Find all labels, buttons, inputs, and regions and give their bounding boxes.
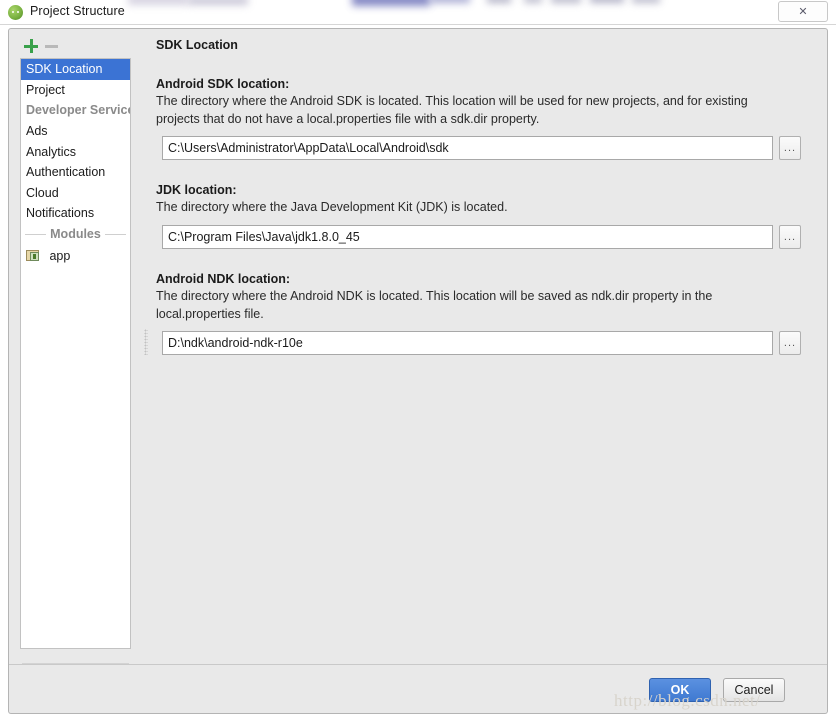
android-head-icon <box>8 5 23 20</box>
sidebar-list: SDK Location Project Developer Services … <box>20 58 131 649</box>
ellipsis-icon: ... <box>783 230 797 243</box>
sidebar-item-app-module[interactable]: app <box>21 245 130 267</box>
redaction-smudge <box>590 0 624 3</box>
sidebar-item-label: Authentication <box>26 165 106 179</box>
jdk-browse-button[interactable]: ... <box>779 224 801 249</box>
redaction-smudge <box>524 0 542 3</box>
field-row: ... <box>156 136 801 160</box>
section-description: The directory where the Android NDK is l… <box>156 289 713 321</box>
field-row: ... <box>156 224 801 249</box>
cancel-button-label: Cancel <box>734 683 774 697</box>
section-android-ndk-location: Android NDK location: The directory wher… <box>156 272 801 355</box>
android-ndk-browse-button[interactable]: ... <box>779 331 801 355</box>
redaction-smudge <box>128 0 188 5</box>
sidebar-item-authentication[interactable]: Authentication <box>21 162 130 183</box>
redaction-smudge <box>487 0 511 3</box>
cancel-button[interactable]: Cancel <box>723 678 785 702</box>
project-structure-dialog: Project Structure ✕ SDK Location Project… <box>0 0 836 722</box>
android-sdk-location-input[interactable] <box>162 136 773 160</box>
sidebar-group-label: Developer Services <box>26 103 130 117</box>
ok-button[interactable]: OK <box>649 678 711 702</box>
ok-button-label: OK <box>670 683 690 697</box>
field-row: ... <box>156 331 801 355</box>
section-label: Android SDK location: <box>156 77 290 91</box>
sidebar-item-label: SDK Location <box>26 62 103 76</box>
sidebar-item-sdk-location[interactable]: SDK Location <box>21 59 130 80</box>
sidebar-group-developer-services: Developer Services <box>21 100 130 121</box>
remove-icon <box>45 45 58 48</box>
sidebar-separator-modules: Modules <box>21 224 130 245</box>
android-sdk-browse-button[interactable]: ... <box>779 136 801 160</box>
jdk-location-input[interactable] <box>162 224 773 249</box>
ellipsis-icon: ... <box>783 142 797 154</box>
section-description: The directory where the Android SDK is l… <box>156 94 748 126</box>
sidebar-toolbar <box>19 37 129 57</box>
section-jdk-location: JDK location: The directory where the Ja… <box>156 183 801 249</box>
section-label: Android NDK location: <box>156 272 291 286</box>
splitter-grip-icon <box>144 329 148 355</box>
sidebar-item-analytics[interactable]: Analytics <box>21 142 130 163</box>
ellipsis-icon: ... <box>783 337 797 349</box>
section-android-sdk-location: Android SDK location: The directory wher… <box>156 77 801 160</box>
close-icon: ✕ <box>798 5 808 18</box>
sidebar-item-notifications[interactable]: Notifications <box>21 203 130 224</box>
content-pane: SDK Location Android SDK location: The d… <box>152 29 827 685</box>
module-icon <box>26 249 41 262</box>
pane-splitter[interactable] <box>140 29 152 685</box>
redaction-smudge <box>551 0 581 3</box>
close-button[interactable]: ✕ <box>778 1 828 22</box>
redaction-smudge <box>430 0 470 3</box>
sidebar-item-project[interactable]: Project <box>21 80 130 101</box>
page-title: SDK Location <box>156 38 238 52</box>
sidebar-item-label: Ads <box>26 124 48 138</box>
sidebar-item-label: Analytics <box>26 144 77 159</box>
android-ndk-location-input[interactable] <box>162 331 773 355</box>
sidebar-item-label: Notifications <box>26 206 95 220</box>
section-label: JDK location: <box>156 183 237 197</box>
dialog-body: SDK Location Project Developer Services … <box>8 28 828 686</box>
sidebar-item-label: Project <box>26 82 65 97</box>
redaction-smudge <box>188 0 248 5</box>
sidebar-separator-label: Modules <box>46 226 105 241</box>
footer-divider <box>9 664 827 665</box>
redaction-smudge <box>632 0 660 3</box>
title-bar: Project Structure ✕ <box>0 0 836 25</box>
add-icon[interactable] <box>23 38 39 54</box>
sidebar-item-ads[interactable]: Ads <box>21 121 130 142</box>
sidebar-item-cloud[interactable]: Cloud <box>21 183 130 204</box>
section-description: The directory where the Java Development… <box>156 200 508 214</box>
separator-rule-left <box>25 233 47 235</box>
sidebar-item-label: app <box>49 248 71 263</box>
dialog-footer: OK Cancel <box>8 664 828 714</box>
separator-rule-right <box>104 233 126 235</box>
window-title: Project Structure <box>30 4 125 18</box>
redaction-smudge <box>352 0 430 6</box>
sidebar-item-label: Cloud <box>26 185 59 200</box>
sidebar: SDK Location Project Developer Services … <box>9 29 140 685</box>
